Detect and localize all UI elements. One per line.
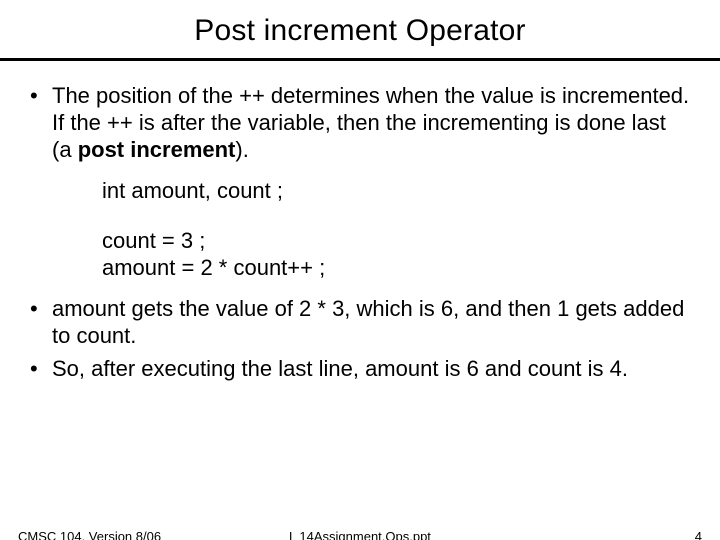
- bullet-item: amount gets the value of 2 * 3, which is…: [30, 296, 690, 350]
- bullet-text-bold: post increment: [78, 137, 236, 162]
- code-line: count = 3 ;: [102, 227, 690, 255]
- bullets-top: The position of the ++ determines when t…: [30, 83, 690, 163]
- bullet-item: So, after executing the last line, amoun…: [30, 356, 690, 383]
- code-blank-line: [102, 205, 690, 227]
- code-line: int amount, count ;: [102, 177, 690, 205]
- footer-center: L 14Assignment.Ops.ppt: [0, 529, 720, 540]
- slide-title: Post increment Operator: [0, 14, 720, 48]
- bullet-item: The position of the ++ determines when t…: [30, 83, 690, 163]
- slide-content: The position of the ++ determines when t…: [0, 83, 720, 382]
- footer-right: 4: [695, 529, 702, 540]
- code-line: amount = 2 * count++ ;: [102, 254, 690, 282]
- slide: Post increment Operator The position of …: [0, 14, 720, 540]
- bullets-bottom: amount gets the value of 2 * 3, which is…: [30, 296, 690, 382]
- code-block: int amount, count ; count = 3 ; amount =…: [102, 177, 690, 282]
- bullet-text-post: ).: [235, 137, 248, 162]
- title-divider: [0, 58, 720, 61]
